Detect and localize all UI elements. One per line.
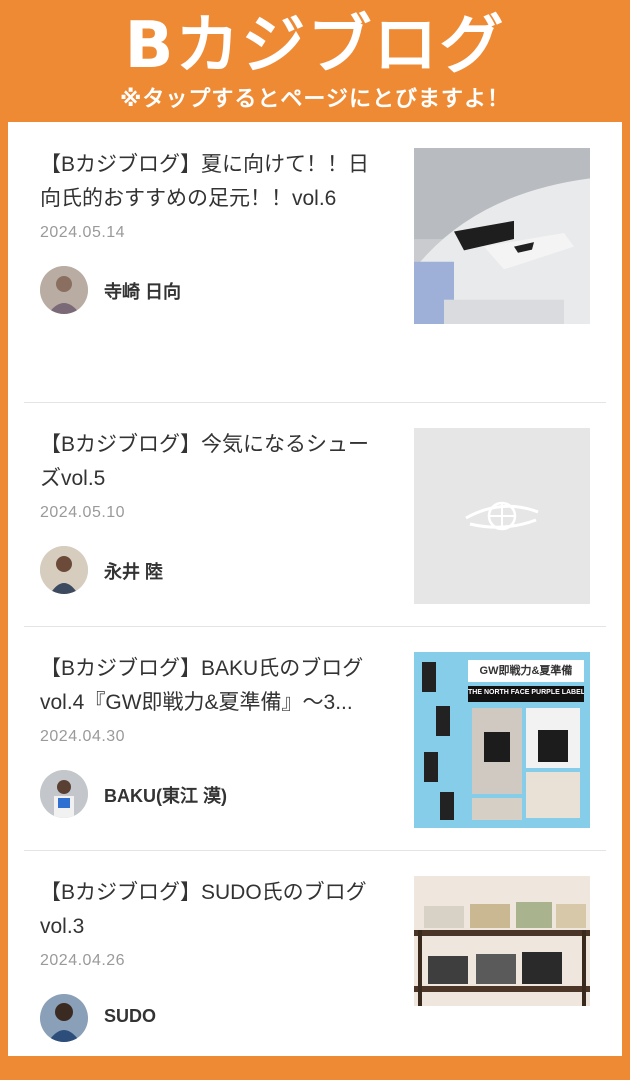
post-thumbnail — [414, 876, 590, 1006]
author-avatar — [40, 770, 88, 818]
author-name: SUDO — [104, 1006, 157, 1026]
post-thumbnail: GW即戦力&夏準備 THE NORTH FACE PURPLE LABEL — [414, 652, 590, 828]
author-avatar-icon — [40, 770, 88, 818]
header: Bカジブログ ※タップするとページにとびますよ！ — [0, 0, 630, 122]
sneaker-photo-icon — [414, 148, 590, 324]
post-date: 2024.05.10 — [40, 504, 126, 521]
post-title: 【Bカジブログ】夏に向けて！！日向氏的おすすめの足元！！vol.6 — [40, 153, 370, 210]
card-divider — [24, 402, 606, 403]
post-card[interactable]: 【Bカジブログ】今気になるシューズvol.5 2024.05.10 永井 陸 — [24, 406, 606, 632]
author-name: 永井 陸 — [104, 562, 164, 582]
author-avatar-icon — [40, 546, 88, 594]
author-avatar — [40, 546, 88, 594]
author-avatar-icon — [40, 994, 88, 1042]
outfit-collage-photo-icon — [414, 652, 590, 828]
post-title: 【Bカジブログ】今気になるシューズvol.5 — [40, 433, 370, 490]
collage-banner-title: GW即戦力&夏準備 — [479, 665, 573, 677]
author-avatar-icon — [40, 266, 88, 314]
post-date: 2024.04.30 — [40, 728, 126, 745]
brand-logo-placeholder-icon — [414, 428, 590, 604]
author-avatar — [40, 994, 88, 1042]
post-card[interactable]: 【Bカジブログ】SUDO氏のブログvol.3 2024.04.26 SUDO — [24, 854, 606, 1080]
tap-hint-subtitle: ※タップするとページにとびますよ！ — [120, 86, 510, 111]
post-date: 2024.05.14 — [40, 224, 126, 241]
author-name: BAKU(東江 漠) — [104, 786, 227, 806]
author-name: 寺崎 日向 — [104, 282, 182, 302]
collage-banner-subtitle: THE NORTH FACE PURPLE LABEL — [468, 689, 584, 696]
post-date: 2024.04.26 — [40, 952, 126, 969]
post-card[interactable]: 【Bカジブログ】BAKU氏のブログvol.4『GW即戦力&夏準備』〜3... 2… — [24, 630, 606, 856]
post-thumbnail — [414, 428, 590, 604]
author-avatar — [40, 266, 88, 314]
post-thumbnail — [414, 148, 590, 324]
post-title: 【Bカジブログ】SUDO氏のブログvol.3 — [40, 881, 367, 938]
folded-pants-photo-icon — [414, 876, 590, 1006]
blog-logo-title: Bカジブログ — [124, 9, 506, 83]
card-divider — [24, 850, 606, 851]
post-list-panel: 【Bカジブログ】夏に向けて！！日向氏的おすすめの足元！！vol.6 2024.0… — [8, 122, 622, 1056]
post-card[interactable]: 【Bカジブログ】夏に向けて！！日向氏的おすすめの足元！！vol.6 2024.0… — [24, 126, 606, 352]
post-title: 【Bカジブログ】BAKU氏のブログvol.4『GW即戦力&夏準備』〜3... — [40, 657, 364, 714]
card-divider — [24, 626, 606, 627]
